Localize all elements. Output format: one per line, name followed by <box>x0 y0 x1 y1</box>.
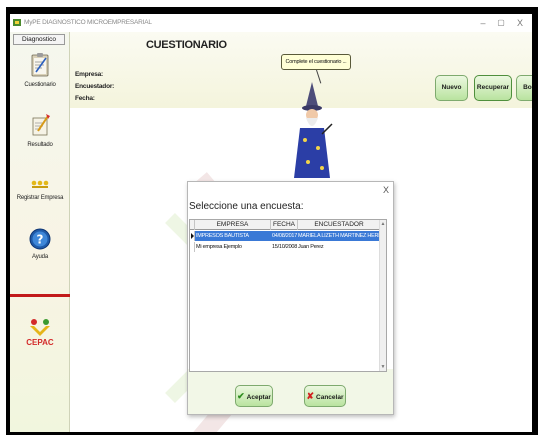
sidebar-item-cuestionario[interactable]: Cuestionario <box>10 52 70 88</box>
minimize-button[interactable]: – <box>476 16 490 30</box>
table-row[interactable]: IMPRESOS BAUTISTA 04/08/2017 MARIELA LIZ… <box>190 231 381 241</box>
sidebar-tab-diagnostico[interactable]: Diagnostico <box>13 34 65 45</box>
encuestador-label: Encuestador: <box>75 83 115 90</box>
cell-fecha: 15/10/2008 <box>272 244 298 250</box>
sidebar-item-registrar-empresa[interactable]: Registrar Empresa <box>10 177 70 201</box>
people-icon <box>31 180 49 188</box>
sidebar-item-label: Cuestionario <box>24 82 56 88</box>
svg-text:?: ? <box>37 233 44 247</box>
help-icon: ? <box>29 228 51 250</box>
page-title: CUESTIONARIO <box>146 39 227 51</box>
cell-empresa: IMPRESOS BAUTISTA <box>196 233 249 239</box>
maximize-button[interactable]: ▢ <box>494 16 508 30</box>
column-header-encuestador[interactable]: ENCUESTADOR <box>298 220 381 230</box>
column-header-fecha[interactable]: FECHA <box>271 220 298 230</box>
cepac-logo-text: CEPAC <box>26 338 54 347</box>
sidebar: Diagnostico Cuestionario Resultado Regis… <box>10 32 70 432</box>
checkmark-icon: ✔ <box>237 391 245 401</box>
sidebar-item-resultado[interactable]: Resultado <box>10 112 70 148</box>
cancelar-label: Cancelar <box>316 394 344 401</box>
table-vertical-scrollbar[interactable]: ▲ ▼ <box>379 220 386 371</box>
dialog-title: Seleccione una encuesta: <box>189 201 304 212</box>
sidebar-item-label: Ayuda <box>32 254 48 260</box>
column-header-empresa[interactable]: EMPRESA <box>195 220 271 230</box>
assistant-speech-bubble: Complete el cuestionario ... <box>281 54 351 70</box>
cepac-logo: CEPAC <box>10 316 70 352</box>
borrar-button[interactable]: Borrar <box>516 75 532 101</box>
scroll-down-icon[interactable]: ▼ <box>380 364 386 370</box>
cross-icon: ✘ <box>306 391 315 401</box>
cancelar-button[interactable]: ✘ Cancelar <box>304 385 346 407</box>
sidebar-divider <box>10 294 70 297</box>
wizard-assistant-icon <box>294 82 333 178</box>
aceptar-button[interactable]: ✔ Aceptar <box>235 385 273 407</box>
sidebar-item-ayuda[interactable]: ? Ayuda <box>10 228 70 260</box>
sidebar-item-label: Resultado <box>27 142 53 148</box>
survey-table: EMPRESA FECHA ENCUESTADOR IMPRESOS BAUTI… <box>189 219 387 372</box>
cepac-logo-icon: CEPAC <box>26 319 54 347</box>
table-header: EMPRESA FECHA ENCUESTADOR <box>190 220 381 230</box>
clipboard-icon <box>31 53 49 77</box>
fecha-label: Fecha: <box>75 95 95 102</box>
app-icon <box>13 19 21 26</box>
cell-fecha: 04/08/2017 <box>272 233 298 239</box>
aceptar-label: Aceptar <box>246 394 271 401</box>
results-icon <box>32 114 50 136</box>
cell-empresa: Mi empresa Ejemplo <box>196 244 242 250</box>
app-window: MyPE DIAGNOSTICO MICROEMPRESARIAL – ▢ X … <box>10 14 532 432</box>
empresa-label: Empresa: <box>75 71 104 78</box>
row-indicator <box>190 242 195 252</box>
row-indicator <box>190 231 195 241</box>
select-survey-dialog: X Seleccione una encuesta: EMPRESA FECHA… <box>187 181 394 415</box>
scroll-up-icon[interactable]: ▲ <box>380 221 386 227</box>
dialog-close-button[interactable]: X <box>383 185 389 195</box>
cell-encuestador: Juan Perez <box>298 244 324 250</box>
sidebar-item-label: Registrar Empresa <box>16 195 64 201</box>
table-row[interactable]: Mi empresa Ejemplo 15/10/2008 Juan Perez <box>190 242 381 252</box>
close-button[interactable]: X <box>513 16 527 30</box>
title-bar: MyPE DIAGNOSTICO MICROEMPRESARIAL – ▢ X <box>10 14 532 32</box>
cell-encuestador: MARIELA LIZETH MARTINEZ HERNANDEZ <box>298 233 381 239</box>
current-row-arrow-icon <box>191 233 194 239</box>
recuperar-button[interactable]: Recuperar <box>474 75 512 101</box>
window-title: MyPE DIAGNOSTICO MICROEMPRESARIAL <box>24 19 152 26</box>
nuevo-button[interactable]: Nuevo <box>435 75 468 101</box>
